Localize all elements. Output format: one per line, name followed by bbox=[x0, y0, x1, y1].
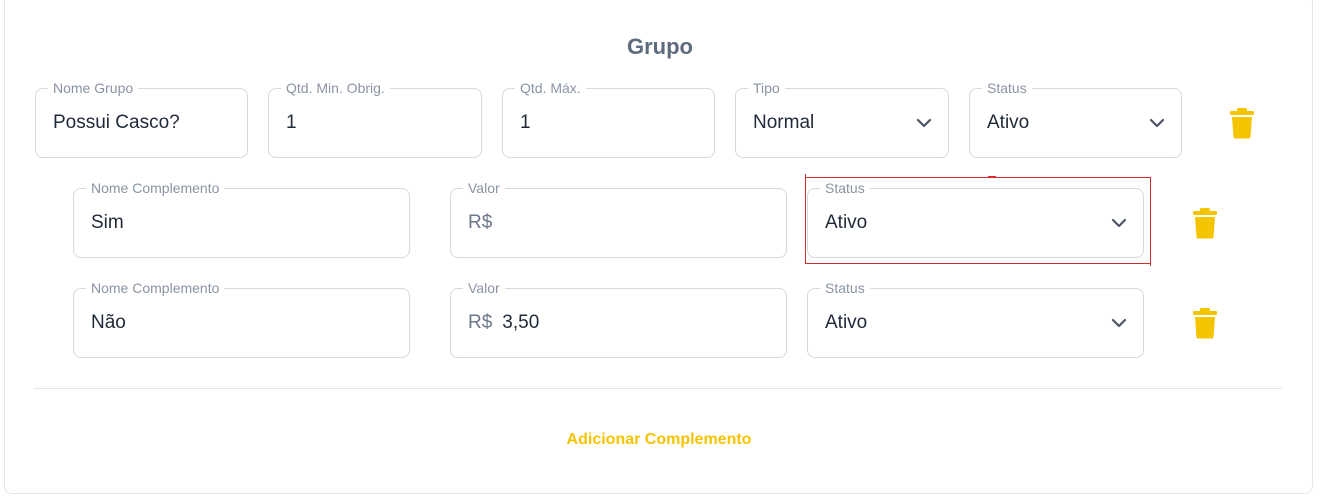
complemento-1-nome-value: Sim bbox=[91, 212, 124, 233]
tipo-value: Normal bbox=[753, 112, 815, 133]
add-complemento-button[interactable]: Adicionar Complemento bbox=[0, 431, 1318, 449]
currency-prefix: R$ bbox=[468, 212, 493, 233]
tipo-select[interactable]: Tipo Normal bbox=[735, 80, 949, 158]
complemento-1-valor-content: R$ bbox=[468, 189, 502, 257]
qtd-min-value: 1 bbox=[286, 112, 297, 133]
chevron-down-icon bbox=[1149, 118, 1165, 128]
qtd-min-label: Qtd. Min. Obrig. bbox=[281, 80, 390, 96]
chevron-down-icon bbox=[1111, 318, 1127, 328]
qtd-max-field[interactable]: Qtd. Máx. 1 bbox=[502, 80, 715, 158]
chevron-down-icon bbox=[916, 118, 932, 128]
qtd-min-field[interactable]: Qtd. Min. Obrig. 1 bbox=[268, 80, 482, 158]
delete-complemento-2-trash-icon[interactable] bbox=[1192, 307, 1218, 339]
nome-grupo-value: Possui Casco? bbox=[53, 112, 180, 133]
group-title: Grupo bbox=[627, 34, 693, 59]
qtd-max-value: 1 bbox=[520, 112, 531, 133]
delete-complemento-1-trash-icon[interactable] bbox=[1192, 207, 1218, 239]
currency-prefix: R$ bbox=[468, 312, 493, 333]
delete-group-trash-icon[interactable] bbox=[1229, 107, 1255, 139]
complemento-1-nome-field[interactable]: Nome Complemento Sim bbox=[73, 180, 410, 258]
complemento-1-status-value: Ativo bbox=[825, 212, 868, 233]
complemento-2-nome-value: Não bbox=[91, 312, 126, 333]
complemento-2-valor-content: R$ 3,50 bbox=[468, 289, 539, 357]
complemento-2-valor-field[interactable]: Valor R$ 3,50 bbox=[450, 280, 787, 358]
complemento-2-status-select[interactable]: Status Ativo bbox=[807, 280, 1144, 358]
complemento-1-valor-field[interactable]: Valor R$ bbox=[450, 180, 787, 258]
group-status-value: Ativo bbox=[987, 112, 1030, 133]
nome-grupo-field[interactable]: Nome Grupo Possui Casco? bbox=[35, 80, 248, 158]
chevron-down-icon bbox=[1111, 218, 1127, 228]
divider bbox=[34, 388, 1282, 389]
complemento-2-valor-value: 3,50 bbox=[502, 312, 540, 333]
complemento-2-status-value: Ativo bbox=[825, 312, 868, 333]
group-status-select[interactable]: Status Ativo bbox=[969, 80, 1182, 158]
complemento-2-nome-field[interactable]: Nome Complemento Não bbox=[73, 280, 410, 358]
complemento-1-status-select[interactable]: Status Ativo bbox=[807, 180, 1144, 258]
